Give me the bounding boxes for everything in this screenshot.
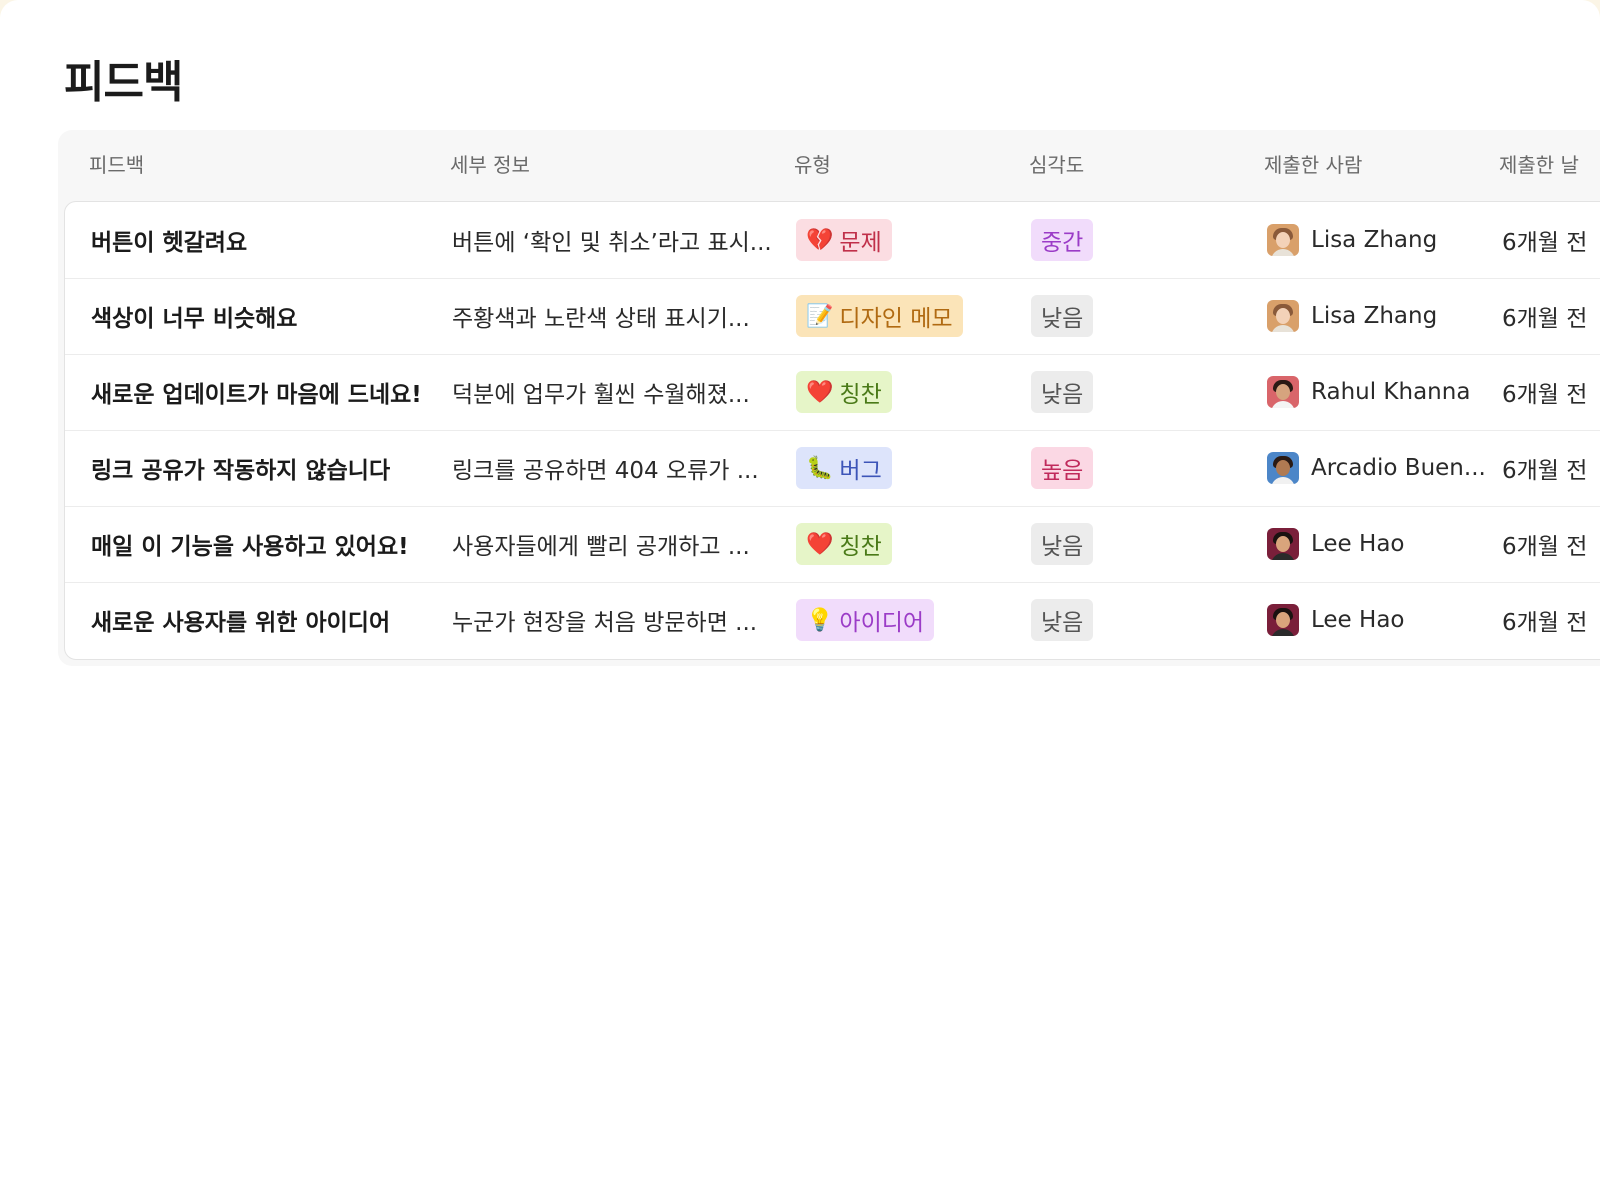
feedback-details[interactable]: 덕분에 업무가 훨씬 수월해졌... [452,354,782,430]
column-header-details[interactable]: 세부 정보 [450,130,530,201]
submitter-name: Lisa Zhang [1311,303,1438,329]
submitter-name: Rahul Khanna [1311,379,1471,405]
type-label: 칭찬 [839,534,882,560]
feedback-title[interactable]: 새로운 업데이트가 마음에 드네요! [91,354,443,430]
column-header-submitter[interactable]: 제출한 사람 [1264,130,1362,201]
avatar [1267,452,1299,484]
feedback-details[interactable]: 버튼에 ‘확인 및 취소’라고 표시... [452,202,782,278]
severity-tag[interactable]: 낮음 [1031,371,1094,413]
submitter-name: Arcadio Buen... [1311,455,1486,481]
severity-tag[interactable]: 낮음 [1031,295,1094,337]
avatar [1267,376,1299,408]
feedback-details[interactable]: 사용자들에게 빨리 공개하고 ... [452,506,782,582]
severity-cell[interactable]: 낮음 [1031,582,1251,658]
type-tag[interactable]: ❤️ 칭찬 [796,523,892,565]
avatar [1267,300,1299,332]
type-label: 아이디어 [839,610,925,636]
feedback-title[interactable]: 색상이 너무 비슷해요 [91,278,443,354]
type-tag[interactable]: ❤️ 칭찬 [796,371,892,413]
page-title: 피드백 [64,57,183,108]
type-tag[interactable]: 🐛 버그 [796,447,892,489]
table-row[interactable]: 새로운 업데이트가 마음에 드네요! 덕분에 업무가 훨씬 수월해졌... ❤️ 칭찬… [65,354,1600,431]
severity-tag[interactable]: 낮음 [1031,599,1094,641]
table-row[interactable]: 링크 공유가 작동하지 않습니다 링크를 공유하면 404 오류가 ... 🐛 버그 높… [65,430,1600,507]
severity-cell[interactable]: 높음 [1031,430,1251,506]
type-emoji-icon: 🐛 [806,455,834,481]
submitter-cell[interactable]: Lisa Zhang [1267,278,1487,354]
table-row[interactable]: 색상이 너무 비슷해요 주황색과 노란색 상태 표시기... 📝 디자인 메모 낮음 Li… [65,278,1600,355]
type-label: 버그 [839,458,882,484]
column-header-severity[interactable]: 심각도 [1029,130,1084,201]
submitter-cell[interactable]: Arcadio Buen... [1267,430,1487,506]
type-emoji-icon: 💔 [806,227,834,253]
table-row[interactable]: 버튼이 헷갈려요 버튼에 ‘확인 및 취소’라고 표시... 💔 문제 중간 Lisa Z… [65,202,1600,279]
type-label: 칭찬 [839,382,882,408]
submitted-date: 6개월 전 [1502,610,1588,636]
avatar [1267,604,1299,636]
submitted-date: 6개월 전 [1502,230,1588,256]
type-cell[interactable]: 🐛 버그 [796,430,1016,506]
column-header-date[interactable]: 제출한 날 [1499,130,1579,201]
type-emoji-icon: ❤️ [806,531,834,557]
submitter-cell[interactable]: Lisa Zhang [1267,202,1487,278]
table-header: 피드백 세부 정보 유형 심각도 제출한 사람 제출한 날 [58,130,1600,201]
type-label: 디자인 메모 [839,306,953,332]
avatar [1267,528,1299,560]
table-row[interactable]: 새로운 사용자를 위한 아이디어 누군가 현장을 처음 방문하면 ... 💡 아이디어… [65,582,1600,658]
type-cell[interactable]: 💡 아이디어 [796,582,1016,658]
column-header-type[interactable]: 유형 [794,130,831,201]
table-row[interactable]: 매일 이 기능을 사용하고 있어요! 사용자들에게 빨리 공개하고 ... ❤️ 칭찬… [65,506,1600,583]
severity-cell[interactable]: 낮음 [1031,506,1251,582]
type-cell[interactable]: 📝 디자인 메모 [796,278,1016,354]
severity-cell[interactable]: 낮음 [1031,278,1251,354]
feedback-title[interactable]: 새로운 사용자를 위한 아이디어 [91,582,443,658]
type-tag[interactable]: 📝 디자인 메모 [796,295,963,337]
submitter-name: Lee Hao [1311,531,1405,557]
type-cell[interactable]: ❤️ 칭찬 [796,506,1016,582]
type-cell[interactable]: ❤️ 칭찬 [796,354,1016,430]
type-emoji-icon: 💡 [806,607,834,633]
feedback-details[interactable]: 누군가 현장을 처음 방문하면 ... [452,582,782,658]
feedback-details[interactable]: 링크를 공유하면 404 오류가 ... [452,430,782,506]
submitter-cell[interactable]: Lee Hao [1267,506,1487,582]
type-tag[interactable]: 💔 문제 [796,219,892,261]
feedback-title[interactable]: 매일 이 기능을 사용하고 있어요! [91,506,443,582]
feedback-title[interactable]: 버튼이 헷갈려요 [91,202,443,278]
severity-cell[interactable]: 중간 [1031,202,1251,278]
submitter-cell[interactable]: Rahul Khanna [1267,354,1487,430]
submitted-date: 6개월 전 [1502,306,1588,332]
type-cell[interactable]: 💔 문제 [796,202,1016,278]
feedback-table: 피드백 세부 정보 유형 심각도 제출한 사람 제출한 날 버튼이 헷갈려요 버튼… [58,130,1600,666]
type-emoji-icon: ❤️ [806,379,834,405]
submitter-cell[interactable]: Lee Hao [1267,582,1487,658]
severity-tag[interactable]: 낮음 [1031,523,1094,565]
severity-tag[interactable]: 중간 [1031,219,1094,261]
table-body: 버튼이 헷갈려요 버튼에 ‘확인 및 취소’라고 표시... 💔 문제 중간 Lisa Z… [64,201,1600,660]
avatar [1267,224,1299,256]
submitter-name: Lee Hao [1311,607,1405,633]
severity-tag[interactable]: 높음 [1031,447,1094,489]
feedback-details[interactable]: 주황색과 노란색 상태 표시기... [452,278,782,354]
severity-cell[interactable]: 낮음 [1031,354,1251,430]
type-label: 문제 [839,230,882,256]
type-tag[interactable]: 💡 아이디어 [796,599,935,641]
submitter-name: Lisa Zhang [1311,227,1438,253]
column-header-feedback[interactable]: 피드백 [89,130,144,201]
app-window: 피드백 피드백 세부 정보 유형 심각도 제출한 사람 제출한 날 버튼이 헷갈… [0,0,1600,1200]
feedback-title[interactable]: 링크 공유가 작동하지 않습니다 [91,430,443,506]
submitted-date: 6개월 전 [1502,534,1588,560]
type-emoji-icon: 📝 [806,303,834,329]
submitted-date: 6개월 전 [1502,458,1588,484]
submitted-date: 6개월 전 [1502,382,1588,408]
